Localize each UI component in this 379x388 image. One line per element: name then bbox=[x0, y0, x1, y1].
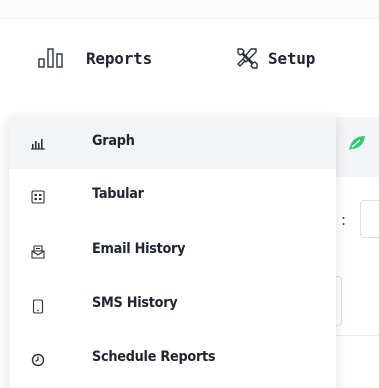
menu-item-graph[interactable]: Graph bbox=[9, 117, 336, 169]
email-icon bbox=[29, 243, 47, 261]
nav-reports[interactable]: Reports bbox=[38, 44, 152, 72]
leaf-icon bbox=[348, 135, 366, 155]
table-icon bbox=[29, 188, 47, 206]
background-colon: : bbox=[341, 211, 347, 229]
menu-item-tabular[interactable]: Tabular bbox=[9, 171, 336, 223]
graph-icon bbox=[29, 135, 47, 153]
nav-reports-label: Reports bbox=[86, 48, 153, 68]
bar-chart-icon bbox=[38, 47, 78, 69]
menu-item-sms-history[interactable]: SMS History bbox=[9, 279, 336, 331]
menu-item-label: SMS History bbox=[92, 295, 178, 311]
menu-item-schedule-reports[interactable]: Schedule Reports bbox=[9, 333, 336, 385]
menu-item-label: Tabular bbox=[92, 186, 144, 202]
menu-item-email-history[interactable]: Email History bbox=[9, 225, 336, 277]
menu-item-label: Schedule Reports bbox=[92, 349, 216, 365]
top-band bbox=[0, 0, 379, 19]
background-divider bbox=[336, 335, 379, 336]
background-input[interactable] bbox=[360, 200, 379, 238]
reports-page: Reports Setup : Graph Tabular Email Hist… bbox=[0, 0, 379, 388]
tools-icon bbox=[234, 46, 260, 70]
nav-setup-label: Setup bbox=[268, 48, 316, 68]
nav-setup[interactable]: Setup bbox=[234, 44, 315, 72]
clock-icon bbox=[29, 351, 47, 369]
menu-item-label: Graph bbox=[92, 133, 135, 149]
menu-item-label: Email History bbox=[92, 241, 186, 257]
reports-dropdown-menu: Graph Tabular Email History SMS History … bbox=[9, 117, 336, 388]
sms-icon bbox=[29, 297, 47, 315]
